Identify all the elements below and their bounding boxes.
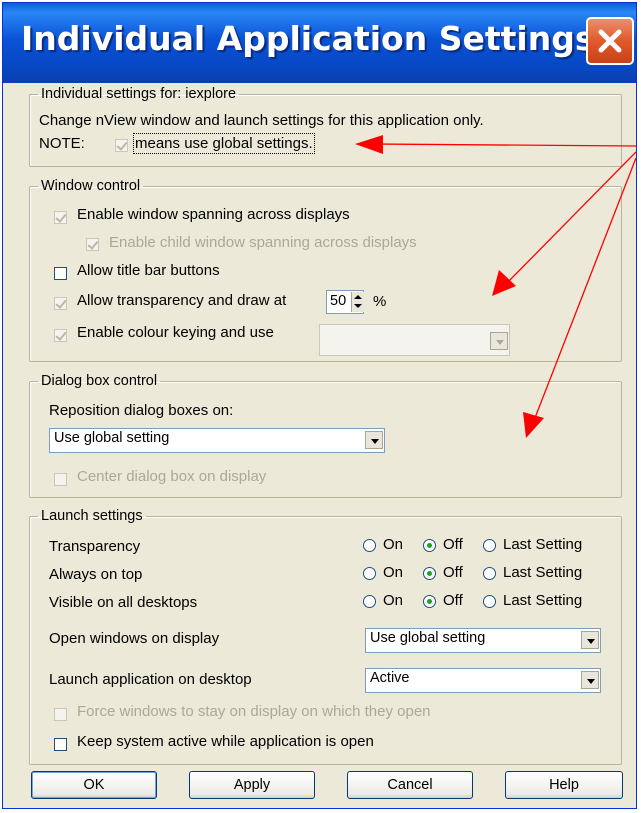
visible-desktops-off-radio[interactable] xyxy=(423,595,436,608)
always-on-top-on-radio[interactable] xyxy=(363,567,376,580)
keep-active-label: Keep system active while application is … xyxy=(77,733,374,750)
note-label: NOTE: xyxy=(39,135,85,152)
close-icon xyxy=(598,29,622,53)
launch-desktop-value: Active xyxy=(370,670,410,686)
individual-settings-description: Change nView window and launch settings … xyxy=(39,112,484,129)
colour-keying-checkbox[interactable] xyxy=(54,329,67,342)
transparency-spinner[interactable]: 50 xyxy=(326,290,364,314)
always-on-top-on-label: On xyxy=(383,564,404,581)
visible-desktops-last-label: Last Setting xyxy=(503,592,583,609)
dialog-box-control-legend: Dialog box control xyxy=(41,373,158,389)
spin-up-icon[interactable] xyxy=(354,295,362,299)
visible-desktops-on-radio[interactable] xyxy=(363,595,376,608)
always-on-top-off-label: Off xyxy=(443,564,463,581)
always-on-top-last-radio[interactable] xyxy=(483,567,496,580)
launch-desktop-label: Launch application on desktop xyxy=(49,671,252,688)
title-bar[interactable]: Individual Application Settings xyxy=(3,3,636,83)
center-dialog-label: Center dialog box on display xyxy=(77,468,267,485)
visible-desktops-label: Visible on all desktops xyxy=(49,594,198,611)
reposition-value: Use global setting xyxy=(54,430,170,446)
force-windows-checkbox xyxy=(54,708,67,721)
launch-desktop-select[interactable]: Active xyxy=(365,668,601,693)
colour-keying-label: Enable colour keying and use xyxy=(77,324,274,341)
keep-active-checkbox[interactable] xyxy=(54,738,67,751)
center-dialog-checkbox xyxy=(54,473,67,486)
reposition-label: Reposition dialog boxes on: xyxy=(49,402,234,419)
transparency-on-radio[interactable] xyxy=(363,539,376,552)
note-example-checkbox xyxy=(115,139,128,152)
always-on-top-label: Always on top xyxy=(49,566,143,583)
dialog-title: Individual Application Settings xyxy=(21,19,595,58)
transparency-last-radio[interactable] xyxy=(483,539,496,552)
colour-keying-select[interactable] xyxy=(319,324,510,356)
launch-settings-legend: Launch settings xyxy=(41,508,143,524)
note-text: means use global settings. xyxy=(133,133,315,154)
visible-desktops-last-radio[interactable] xyxy=(483,595,496,608)
transparency-off-label: Off xyxy=(443,536,463,553)
transparency-last-label: Last Setting xyxy=(503,536,583,553)
chevron-down-icon[interactable] xyxy=(490,332,508,350)
individual-settings-legend: Individual settings for: iexplore xyxy=(41,86,237,102)
reposition-select[interactable]: Use global setting xyxy=(49,428,385,453)
title-bar-buttons-label: Allow title bar buttons xyxy=(77,262,220,279)
always-on-top-last-label: Last Setting xyxy=(503,564,583,581)
window-control-legend: Window control xyxy=(41,178,141,194)
chevron-down-icon[interactable] xyxy=(581,631,599,649)
transparency-value[interactable]: 50 xyxy=(330,293,346,309)
title-bar-buttons-checkbox[interactable] xyxy=(54,267,67,280)
transparency-checkbox[interactable] xyxy=(54,297,67,310)
dialog-client: Individual settings for: iexplore Change… xyxy=(9,83,630,806)
transparency-off-radio[interactable] xyxy=(423,539,436,552)
dialog-window: Individual Application Settings Individu… xyxy=(2,2,637,809)
always-on-top-off-radio[interactable] xyxy=(423,567,436,580)
spanning-label: Enable window spanning across displays xyxy=(77,206,350,223)
spin-down-icon[interactable] xyxy=(354,304,362,308)
transparency-on-label: On xyxy=(383,536,404,553)
cancel-button[interactable]: Cancel xyxy=(347,771,473,799)
child-spanning-checkbox xyxy=(86,238,99,251)
visible-desktops-on-label: On xyxy=(383,592,404,609)
chevron-down-icon[interactable] xyxy=(365,431,383,449)
spinner-buttons[interactable] xyxy=(351,292,364,312)
open-windows-label: Open windows on display xyxy=(49,630,220,647)
spanning-checkbox[interactable] xyxy=(54,211,67,224)
open-windows-value: Use global setting xyxy=(370,630,486,646)
transparency-unit: % xyxy=(373,293,387,310)
force-windows-label: Force windows to stay on display on whic… xyxy=(77,703,431,720)
apply-button[interactable]: Apply xyxy=(189,771,315,799)
close-button[interactable] xyxy=(586,17,634,65)
transparency-launch-label: Transparency xyxy=(49,538,141,555)
visible-desktops-off-label: Off xyxy=(443,592,463,609)
open-windows-select[interactable]: Use global setting xyxy=(365,628,601,653)
transparency-label: Allow transparency and draw at xyxy=(77,292,287,309)
help-button[interactable]: Help xyxy=(505,771,623,799)
ok-button[interactable]: OK xyxy=(31,771,157,799)
child-spanning-label: Enable child window spanning across disp… xyxy=(109,234,417,251)
chevron-down-icon[interactable] xyxy=(581,671,599,689)
